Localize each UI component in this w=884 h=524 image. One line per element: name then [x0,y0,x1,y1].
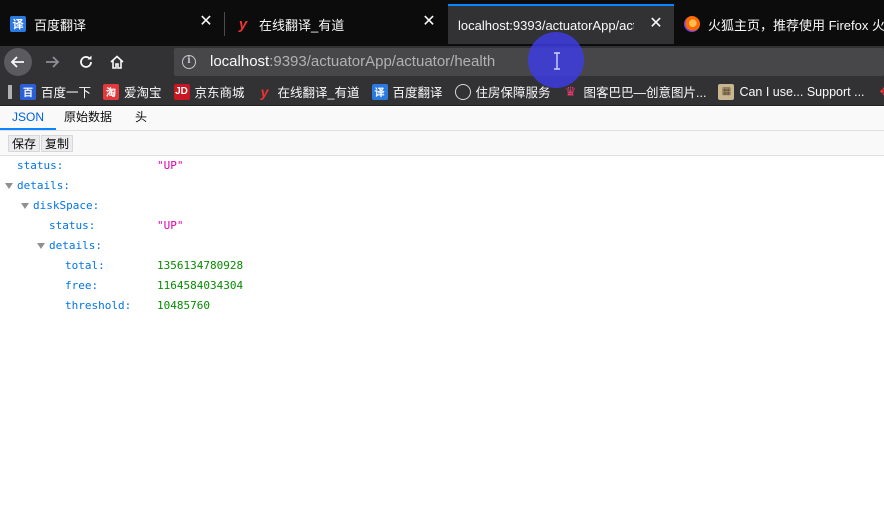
json-key: details: [49,239,102,252]
browser-window: 译 百度翻译 ✕ y 在线翻译_有道 ✕ localhost:9393/actu… [0,0,884,524]
caniuse-icon: ▦ [718,83,735,100]
close-icon[interactable]: ✕ [648,16,664,32]
bookmark-taobao[interactable]: 淘爱淘宝 [103,82,162,101]
tab-firefox-home[interactable]: 火狐主页，推荐使用 Firefox 火 [674,4,884,44]
youdao-icon: y [260,83,269,100]
navigation-toolbar: i localhost:9393/actuatorApp/actuator/he… [0,46,884,78]
bookmark-label: 爱淘宝 [124,86,162,100]
bookmark-youdao[interactable]: y 在线翻译_有道 [257,82,360,101]
forward-button[interactable] [38,48,66,76]
json-key: threshold: [65,299,132,312]
bookmark-jd[interactable]: JD 京东商城 [173,82,245,101]
arrow-left-icon [10,56,24,68]
bookmark-housing-service[interactable]: 住房保障服务 [454,82,551,101]
json-row-diskspace-status[interactable]: status: "UP" [0,217,884,237]
home-icon [110,55,124,69]
home-button[interactable] [103,48,131,76]
tab-raw-data[interactable]: 原始数据 [52,107,124,130]
text-cursor-icon [554,52,560,70]
bookmark-label: 图客巴巴—创意图片... [583,86,707,100]
baidu-paw-icon: 百 [20,83,36,100]
bookmark-label: 百度翻译 [392,86,443,100]
back-button[interactable] [4,48,32,76]
json-viewer-toolbar: 保存 复制 [0,131,884,156]
json-key: total: [65,259,105,272]
json-key: details: [17,179,70,192]
tab-title: 在线翻译_有道 [259,17,345,33]
bookmark-tuke[interactable]: ♛ 图客巴巴—创意图片... [563,82,707,101]
json-key: status: [17,159,64,172]
json-value: 1164584034304 [157,279,244,292]
reload-icon [80,55,92,68]
tab-title: 火狐主页，推荐使用 Firefox 火 [708,17,884,33]
tab-title: 百度翻译 [34,17,87,33]
bookmark-baidu-translate[interactable]: 译百度翻译 [371,82,443,101]
json-key: status: [49,219,96,232]
json-key: free: [65,279,99,292]
tab-strip: 译 百度翻译 ✕ y 在线翻译_有道 ✕ localhost:9393/actu… [0,0,884,46]
tab-title: localhost:9393/actuatorApp/actu [458,17,634,33]
url-text[interactable]: localhost:9393/actuatorApp/actuator/heal… [210,53,495,70]
expand-triangle-icon[interactable] [21,203,29,209]
bookmarks-toolbar: 百百度一下 淘爱淘宝 JD 京东商城 y 在线翻译_有道 译百度翻译 住房保障服务 … [0,78,884,106]
tab-baidu-translate[interactable]: 译 百度翻译 ✕ [0,4,224,44]
bookmark-baidu[interactable]: 百百度一下 [20,82,91,101]
json-value: "UP" [157,159,184,172]
baidu-translate-icon: 译 [10,16,26,32]
bookmark-label: Can I use... Support ... [739,84,865,99]
copy-button[interactable]: 复制 [41,135,74,152]
reload-button[interactable] [72,48,100,76]
tab-headers[interactable]: 头 [123,107,159,130]
arrow-right-icon [46,56,60,68]
json-viewer-tabs: JSON 原始数据 头 [0,107,884,131]
firefox-icon [684,16,700,32]
baidu-translate-icon: 译 [371,83,388,100]
bookmark-label: 百度一下 [41,86,92,100]
json-row-details[interactable]: details: [0,177,884,197]
globe-icon [454,83,471,100]
bookmark-label: 京东商城 [194,86,245,100]
json-value: 10485760 [157,299,210,312]
bookmarks-menu-icon[interactable] [8,84,12,99]
taobao-icon: 淘 [103,83,120,100]
expand-triangle-icon[interactable] [5,183,13,189]
save-button[interactable]: 保存 [8,135,41,152]
bookmark-label: 在线翻译_有道 [277,86,360,100]
bookmark-overflow-icon: ❖ [877,84,884,100]
json-row-threshold[interactable]: threshold: 10485760 [0,297,884,317]
json-row-free[interactable]: free: 1164584034304 [0,277,884,297]
json-key: diskSpace: [33,199,100,212]
url-host: localhost [210,53,270,70]
json-row-diskspace[interactable]: diskSpace: [0,197,884,217]
close-icon[interactable]: ✕ [421,14,437,30]
youdao-icon: y [238,15,248,33]
tab-json[interactable]: JSON [0,107,57,130]
bookmark-overflow[interactable]: ❖ [877,84,884,100]
site-info-icon[interactable]: i [182,55,196,69]
url-path: :9393/actuatorApp/actuator/health [269,53,496,70]
bookmark-label: 住房保障服务 [475,86,551,100]
close-icon[interactable]: ✕ [198,14,214,30]
json-row-status[interactable]: status: "UP" [0,157,884,177]
expand-triangle-icon[interactable] [37,243,45,249]
jd-icon: JD [173,83,190,100]
json-row-diskspace-details[interactable]: details: [0,237,884,257]
json-row-total[interactable]: total: 1356134780928 [0,257,884,277]
tab-youdao[interactable]: y 在线翻译_有道 ✕ [225,4,447,44]
bookmark-caniuse[interactable]: ▦ Can I use... Support ... [718,83,865,100]
json-value: 1356134780928 [157,259,244,272]
json-value: "UP" [157,219,184,232]
